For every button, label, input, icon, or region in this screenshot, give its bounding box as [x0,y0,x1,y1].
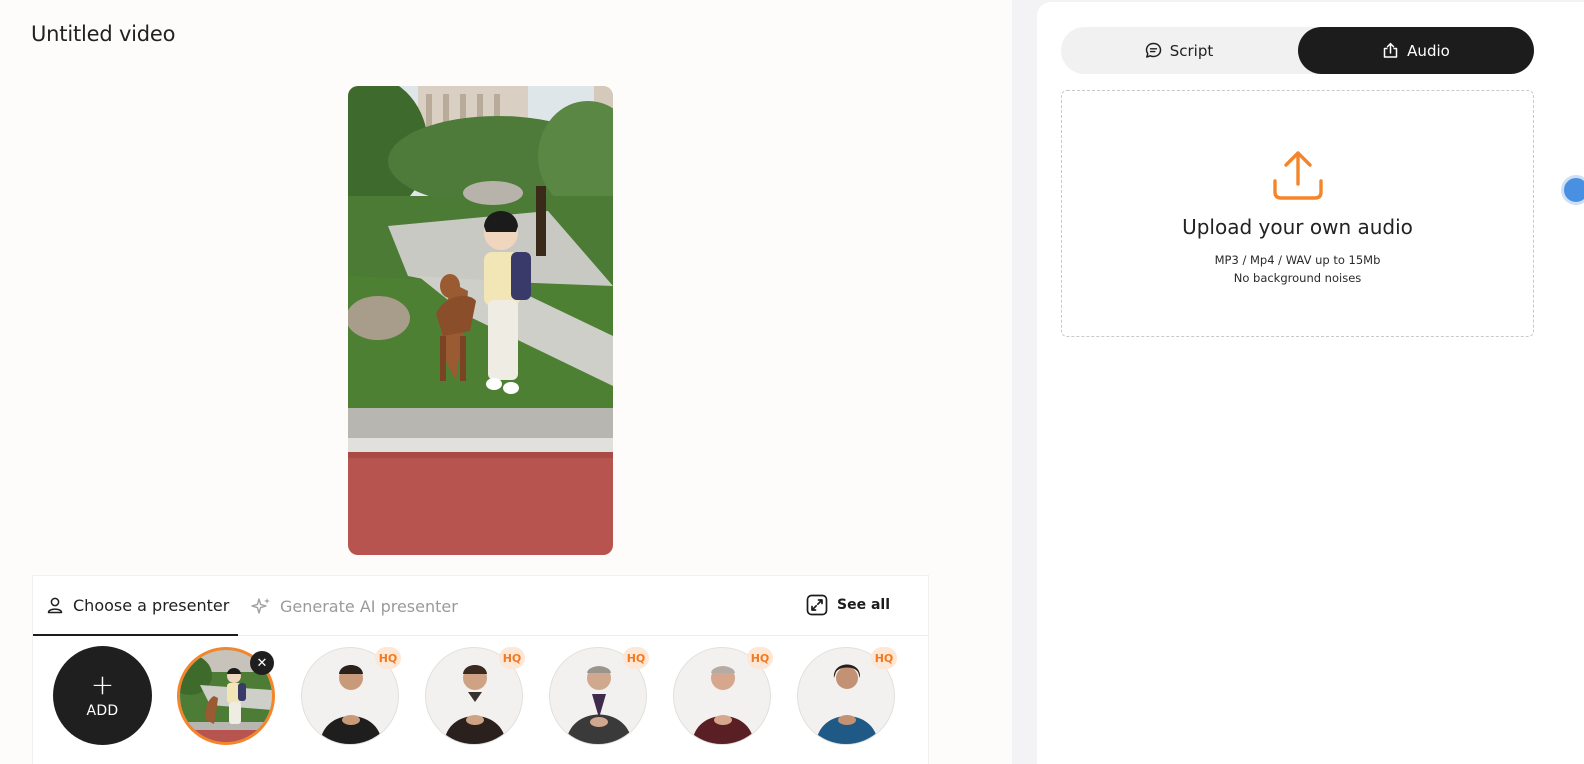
plus-icon: + [90,667,115,701]
upload-icon [1383,42,1398,58]
script-tab[interactable]: Script [1061,27,1297,74]
script-tab-label: Script [1169,41,1214,60]
editor-area: Untitled video Choose a presenter Genera… [0,0,1012,764]
presenter-list: + ADD ✕ HQ HQ HQ HQ HQ [33,646,928,756]
sparkles-icon [251,598,270,614]
audio-tab-label: Audio [1407,41,1450,60]
hq-badge: HQ [499,647,525,669]
expand-icon [806,594,828,616]
upload-arrow-icon [1273,151,1323,200]
tab-choose-presenter[interactable]: Choose a presenter [33,576,238,636]
video-preview [348,86,613,555]
see-all-label: See all [837,597,890,613]
person-icon [47,597,63,614]
hq-badge: HQ [623,647,649,669]
audio-tab[interactable]: Audio [1298,27,1534,74]
remove-presenter-button[interactable]: ✕ [250,651,274,675]
tab-generate-ai-presenter[interactable]: Generate AI presenter [251,576,458,636]
audio-upload-dropzone[interactable]: Upload your own audio MP3 / Mp4 / WAV up… [1061,90,1534,337]
presenter-tabs: Choose a presenter Generate AI presenter… [33,576,928,636]
preview-photo [348,86,613,555]
add-presenter-button[interactable]: + ADD [53,646,152,745]
add-presenter-label: ADD [86,702,119,719]
hq-badge: HQ [375,647,401,669]
presenter-panel: Choose a presenter Generate AI presenter… [32,575,929,764]
hq-badge: HQ [747,647,773,669]
upload-requirements: MP3 / Mp4 / WAV up to 15Mb No background… [1062,251,1533,287]
hq-badge: HQ [871,647,897,669]
tab-generate-ai-presenter-label: Generate AI presenter [280,596,458,616]
upload-title: Upload your own audio [1182,215,1413,239]
input-panel: Script Audio Upload your own audio MP3 /… [1037,2,1584,764]
chat-bubble-icon [1145,42,1161,58]
input-mode-toggle: Script Audio [1061,27,1534,74]
tab-choose-presenter-label: Choose a presenter [73,595,230,615]
floating-helper-button[interactable] [1561,175,1584,205]
see-all-button[interactable]: See all [806,594,890,616]
page-title[interactable]: Untitled video [31,22,176,46]
upload-formats: MP3 / Mp4 / WAV up to 15Mb [1214,253,1381,267]
upload-note: No background noises [1233,271,1362,285]
